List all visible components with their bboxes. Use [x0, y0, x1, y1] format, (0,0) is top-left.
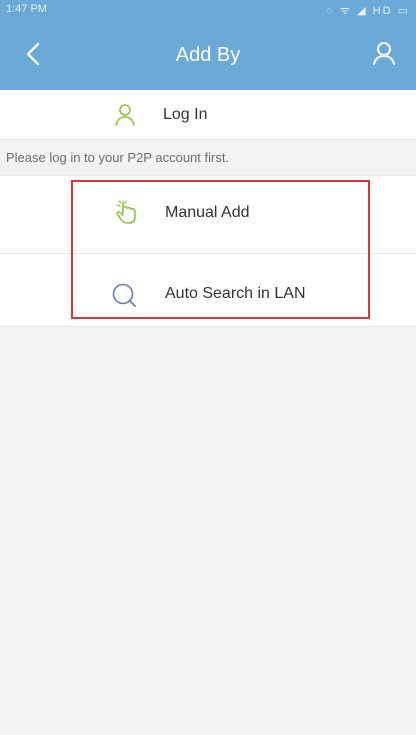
status-time: 1:47 PM [6, 3, 47, 15]
app-bar: Add By [0, 20, 416, 90]
auto-search-row[interactable]: Auto Search in LAN [0, 254, 416, 327]
login-hint: Please log in to your P2P account first. [6, 150, 230, 165]
user-icon [373, 42, 395, 65]
search-icon [112, 283, 136, 307]
manual-add-row[interactable]: Manual Add [0, 176, 416, 254]
user-icon [115, 104, 135, 126]
login-hint-row: Please log in to your P2P account first. [0, 140, 416, 176]
login-label: Log In [163, 106, 208, 123]
auto-search-label: Auto Search in LAN [165, 285, 306, 302]
user-button[interactable] [364, 34, 404, 74]
manual-add-label: Manual Add [165, 204, 250, 221]
login-row[interactable]: Log In [0, 90, 416, 140]
status-indicators: ◌ ᯤ ◢ HD ▭ [326, 5, 410, 17]
hand-pointer-icon [116, 200, 136, 224]
phone-screen: 1:47 PM ◌ ᯤ ◢ HD ▭ Add By Log In Please … [0, 0, 416, 735]
status-bar: 1:47 PM ◌ ᯤ ◢ HD ▭ [0, 0, 416, 20]
page-title: Add By [175, 44, 241, 66]
